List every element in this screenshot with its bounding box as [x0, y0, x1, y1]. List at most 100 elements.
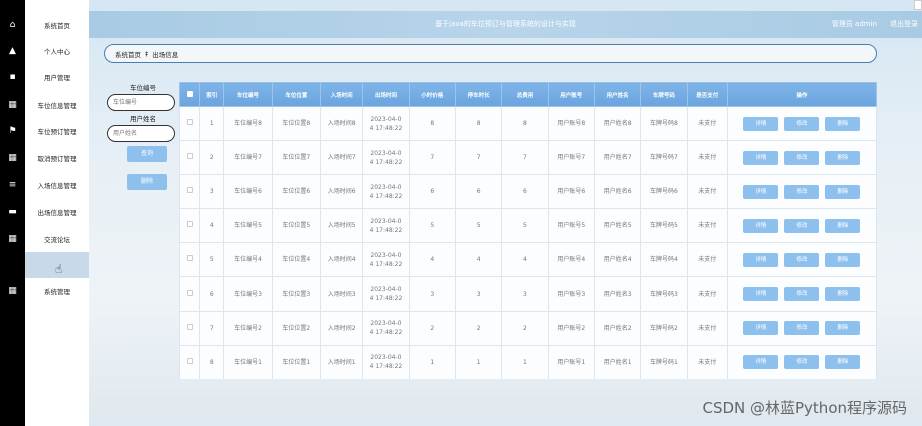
detail-button[interactable]: 详情 [743, 218, 779, 233]
sidebar-item-1[interactable]: 个人中心 [25, 38, 89, 64]
cell-paid: 未支付 [686, 105, 728, 142]
row-checkbox[interactable] [186, 153, 193, 160]
select-all-checkbox[interactable] [186, 90, 193, 97]
cell-name: 用户姓名3 [593, 276, 642, 312]
delete-button[interactable]: 删除 [825, 184, 861, 199]
cell-pos: 车位位置7 [271, 140, 322, 176]
edit-button[interactable]: 修改 [784, 184, 820, 199]
cell-exit-time: 2023-04-0 4 17:48:22 [362, 344, 410, 379]
user-name-label: 用户姓名 [130, 115, 156, 123]
delete-button[interactable]: 删除 [825, 252, 861, 267]
edit-button[interactable]: 修改 [784, 150, 820, 165]
cell-exit-time: 2023-04-0 4 17:48:22 [362, 242, 410, 278]
cell-account: 用户账号1 [547, 344, 595, 379]
edit-button[interactable]: 修改 [784, 321, 820, 336]
column-header: 车位编号 [223, 82, 273, 107]
row-checkbox[interactable] [186, 323, 193, 330]
cell-duration: 2 [454, 310, 503, 346]
cell-pos: 车位位置2 [271, 310, 322, 346]
column-header: 用户账号 [547, 82, 595, 107]
cell-no: 车位编号1 [223, 344, 273, 379]
main-area: 基于java的车位预订与管理系统的设计与实现 管理员 admin 退出登录 系统… [89, 0, 922, 426]
sidebar-item-0[interactable]: 系统首页 [25, 12, 89, 38]
edit-button[interactable]: 修改 [784, 355, 820, 370]
batch-delete-button[interactable]: 删除 [127, 174, 167, 190]
edit-button[interactable]: 修改 [784, 116, 820, 131]
row-checkbox-cell [179, 208, 201, 244]
detail-button[interactable]: 详情 [743, 287, 779, 302]
cell-price: 5 [408, 208, 456, 244]
cell-exit-time: 2023-04-0 4 17:48:22 [362, 140, 410, 176]
detail-button[interactable]: 详情 [743, 355, 779, 370]
actions-cell: 详情 修改 删除 [726, 344, 877, 379]
row-checkbox[interactable] [186, 187, 193, 194]
row-checkbox[interactable] [186, 255, 193, 262]
select-all-checkbox-cell[interactable] [179, 82, 201, 107]
detail-button[interactable]: 详情 [743, 116, 779, 131]
edit-button[interactable]: 修改 [784, 287, 820, 302]
grid-icon: ▦ [8, 234, 17, 244]
cell-account: 用户账号7 [547, 140, 595, 176]
logout-link[interactable]: 退出登录 [890, 11, 918, 38]
cell-index: 1 [199, 105, 225, 142]
detail-button[interactable]: 详情 [743, 150, 779, 165]
query-button[interactable]: 查询 [127, 146, 167, 162]
cell-in: 入场时间7 [319, 140, 364, 176]
row-checkbox-cell [179, 140, 201, 176]
delete-button[interactable]: 删除 [825, 218, 861, 233]
edit-button[interactable]: 修改 [784, 252, 820, 267]
grid-icon: ▦ [8, 153, 17, 163]
row-checkbox[interactable] [186, 119, 193, 126]
breadcrumb-home[interactable]: 系统首页 [115, 49, 141, 59]
exit-info-table: 索引 车位编号 车位位置 入场时间 出场时间 小时价格 停车时长 总费用 用户账号 用户姓名 车牌号… [179, 82, 877, 379]
sidebar-item-5[interactable]: 取消预订管理 [25, 145, 89, 171]
row-checkbox[interactable] [186, 221, 193, 228]
sidebar-item-7[interactable]: 出场信息管理 [25, 199, 89, 225]
delete-button[interactable]: 删除 [825, 150, 861, 165]
sidebar-item-6[interactable]: 入场信息管理 [25, 172, 89, 198]
parking-no-input[interactable] [107, 94, 175, 111]
user-icon: ▲ [9, 46, 16, 56]
edit-button[interactable]: 修改 [784, 218, 820, 233]
row-checkbox-cell [179, 105, 201, 142]
sidebar-item-2[interactable]: 用户管理 [25, 64, 89, 90]
cell-pos: 车位位置5 [271, 208, 322, 244]
cell-index: 5 [199, 242, 225, 278]
cell-name: 用户姓名5 [593, 208, 642, 244]
breadcrumb-current: 出场信息 [152, 50, 179, 59]
user-name-input[interactable] [107, 125, 175, 142]
detail-button[interactable]: 详情 [743, 321, 779, 336]
column-header: 入场时间 [319, 82, 364, 107]
cell-duration: 5 [454, 208, 503, 244]
cell-paid: 未支付 [686, 208, 728, 244]
cell-pos: 车位位置6 [271, 174, 322, 210]
cell-index: 8 [199, 344, 225, 379]
delete-button[interactable]: 删除 [825, 321, 861, 336]
sidebar-item-3[interactable]: 车位信息管理 [25, 92, 89, 118]
cell-duration: 3 [454, 276, 503, 312]
table-row: 8 车位编号1 车位位置1 入场时间1 2023-04-0 4 17:48:22 1 1 1 用户… [179, 344, 877, 379]
actions-cell: 详情 修改 删除 [726, 140, 877, 176]
exit-date: 2023-04-0 [370, 217, 402, 225]
delete-button[interactable]: 删除 [825, 116, 861, 131]
detail-button[interactable]: 详情 [743, 184, 779, 199]
system-title: 基于java的车位预订与管理系统的设计与实现 [435, 20, 576, 28]
column-header: 出场时间 [362, 82, 410, 107]
cell-name: 用户姓名6 [593, 174, 642, 210]
delete-button[interactable]: 删除 [825, 355, 861, 370]
cell-total: 7 [501, 140, 549, 176]
sidebar-item-4[interactable]: 车位预订管理 [25, 118, 89, 144]
exit-date: 2023-04-0 [370, 251, 402, 259]
table-row: 3 车位编号6 车位位置6 入场时间6 2023-04-0 4 17:48:22 6 6 6 用户… [179, 174, 877, 210]
sidebar-item-10[interactable]: 系统管理 [25, 278, 89, 304]
row-checkbox[interactable] [186, 357, 193, 364]
cell-pos: 车位位置4 [271, 242, 322, 278]
detail-button[interactable]: 详情 [743, 252, 779, 267]
cell-pos: 车位位置8 [271, 105, 322, 142]
sidebar-item-8[interactable]: 交流论坛 [25, 226, 89, 252]
row-checkbox[interactable] [186, 289, 193, 296]
actions-cell: 详情 修改 删除 [726, 276, 877, 312]
cell-paid: 未支付 [686, 242, 728, 278]
delete-button[interactable]: 删除 [825, 287, 861, 302]
cell-price: 2 [408, 310, 456, 346]
